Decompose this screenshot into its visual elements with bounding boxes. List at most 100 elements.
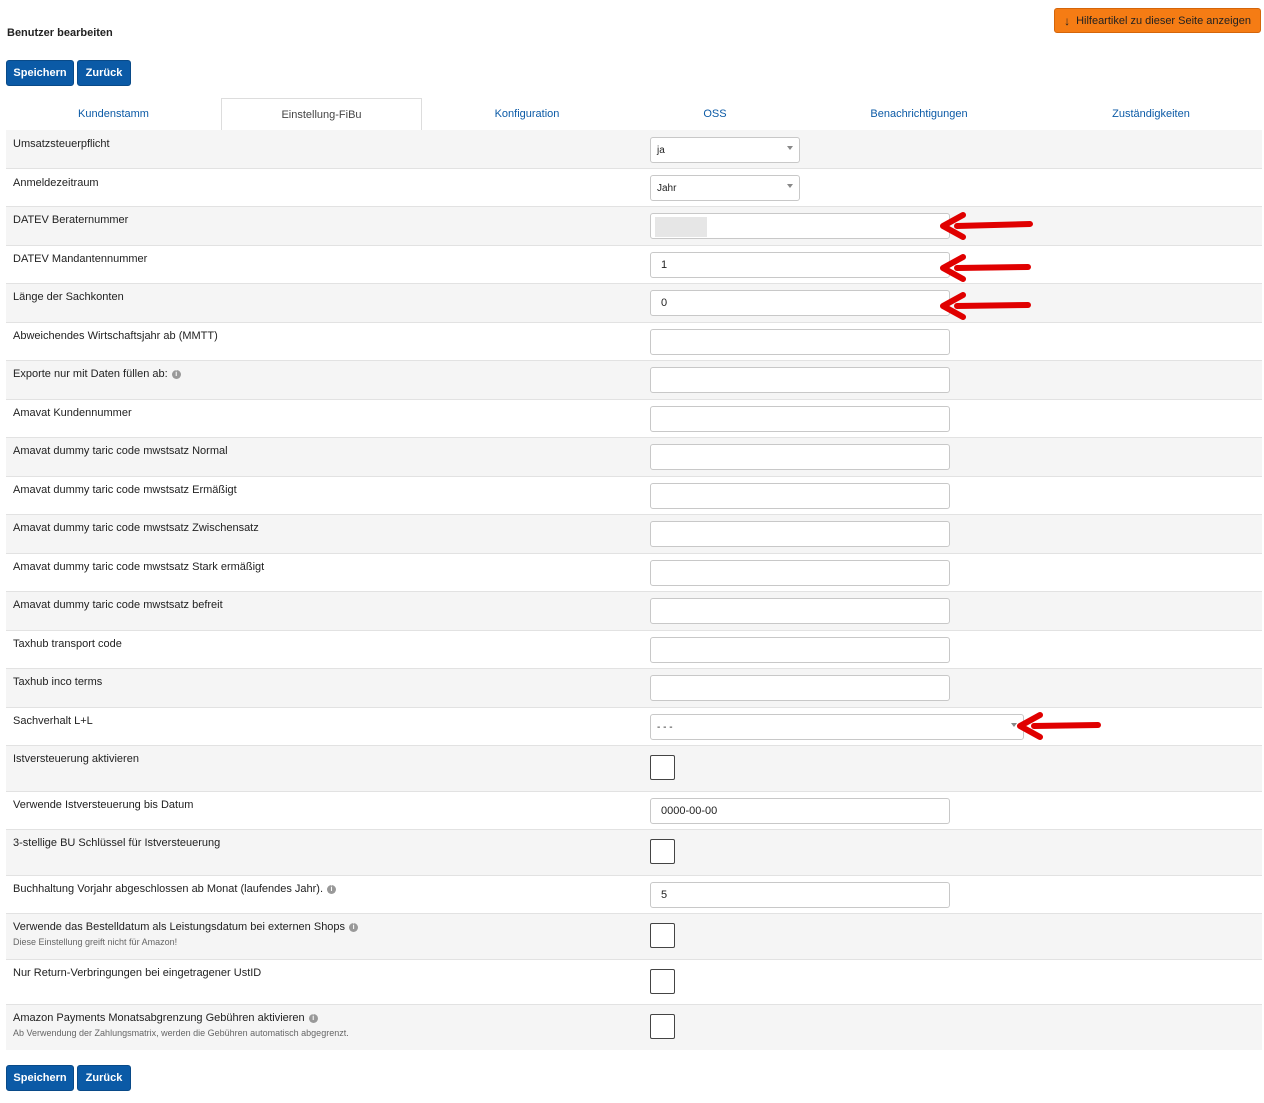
row-amazon-payments: Amazon Payments Monatsabgrenzung Gebühre… [6,1005,1262,1050]
tab-bar: Kundenstamm Einstellung-FiBu Konfigurati… [6,98,1262,131]
datev-berater-input[interactable] [650,213,950,239]
sachkonten-input[interactable]: 0 [650,290,950,316]
row-amavat-befreit: Amavat dummy taric code mwstsatz befreit [6,592,1262,631]
row-datev-mandant: DATEV Mandantennummer 1 [6,246,1262,284]
amazon-payments-checkbox[interactable] [650,1014,675,1039]
row-wirtschaftsjahr: Abweichendes Wirtschaftsjahr ab (MMTT) [6,323,1262,361]
row-anmeldezeitraum: Anmeldezeitraum Jahr [6,169,1262,207]
page-title: Benutzer bearbeiten [7,27,113,39]
chevron-down-icon [787,146,793,150]
redacted-value [655,217,707,237]
bestelldatum-hint: Diese Einstellung greift nicht für Amazo… [13,937,178,947]
taxhub-transport-label: Taxhub transport code [13,638,122,650]
istversteuerung-datum-input[interactable]: 0000-00-00 [650,798,950,824]
row-amavat-kunde: Amavat Kundennummer [6,400,1262,438]
sachkonten-label: Länge der Sachkonten [13,291,124,303]
umsatzsteuerpflicht-label: Umsatzsteuerpflicht [13,138,110,150]
taxhub-inco-input[interactable] [650,675,950,701]
exporte-label-wrap: Exporte nur mit Daten füllen ab: i [13,368,181,380]
wirtschaftsjahr-input[interactable] [650,329,950,355]
help-article-label: Hilfeartikel zu dieser Seite anzeigen [1076,14,1251,27]
row-amavat-ermaessigt: Amavat dummy taric code mwstsatz Ermäßig… [6,477,1262,515]
taxhub-transport-input[interactable] [650,637,950,663]
row-amavat-normal: Amavat dummy taric code mwstsatz Normal [6,438,1262,477]
save-button-top[interactable]: Speichern [6,60,74,86]
umsatzsteuerpflicht-select[interactable]: ja [650,137,800,163]
annotation-arrow-icon [940,292,1031,320]
annotation-arrow-icon [940,212,1033,240]
return-checkbox[interactable] [650,969,675,994]
anmeldezeitraum-label: Anmeldezeitraum [13,177,99,189]
amazon-payments-hint: Ab Verwendung der Zahlungsmatrix, werden… [13,1028,349,1038]
bu-schluessel-label: 3-stellige BU Schlüssel für Istversteuer… [13,837,221,849]
row-istversteuerung: Istversteuerung aktivieren [6,746,1262,792]
umsatzsteuerpflicht-value: ja [657,144,665,156]
bestelldatum-label: Verwende das Bestelldatum als Leistungsd… [13,921,346,933]
amavat-kunde-input[interactable] [650,406,950,432]
chevron-down-icon [787,184,793,188]
taxhub-inco-label: Taxhub inco terms [13,676,103,688]
tab-zustaendigkeiten[interactable]: Zuständigkeiten [1040,98,1262,130]
anmeldezeitraum-select[interactable]: Jahr [650,175,800,201]
sachverhalt-value: - - - [657,721,673,733]
row-vorjahr: Buchhaltung Vorjahr abgeschlossen ab Mon… [6,876,1262,914]
tab-konfiguration[interactable]: Konfiguration [422,98,632,130]
row-sachkonten: Länge der Sachkonten 0 [6,284,1262,323]
return-label: Nur Return-Verbringungen bei eingetragen… [13,967,262,979]
istversteuerung-label: Istversteuerung aktivieren [13,753,139,765]
amavat-befreit-input[interactable] [650,598,950,624]
amavat-ermaessigt-label: Amavat dummy taric code mwstsatz Ermäßig… [13,484,237,496]
row-taxhub-inco: Taxhub inco terms [6,669,1262,708]
datev-mandant-input[interactable]: 1 [650,252,950,278]
annotation-arrow-icon [940,254,1031,282]
info-icon[interactable]: i [171,370,181,379]
exporte-input[interactable] [650,367,950,393]
anmeldezeitraum-value: Jahr [657,182,677,194]
amavat-befreit-label: Amavat dummy taric code mwstsatz befreit [13,599,223,611]
amazon-payments-label: Amazon Payments Monatsabgrenzung Gebühre… [13,1012,305,1024]
bestelldatum-label-wrap: Verwende das Bestelldatum als Leistungsd… [13,921,359,933]
sachverhalt-select[interactable]: - - - [650,714,1024,740]
row-istversteuerung-datum: Verwende Istversteuerung bis Datum 0000-… [6,792,1262,830]
save-button-bottom[interactable]: Speichern [6,1065,74,1091]
amavat-normal-input[interactable] [650,444,950,470]
back-button-top[interactable]: Zurück [77,60,131,86]
row-taxhub-transport: Taxhub transport code [6,631,1262,669]
wirtschaftsjahr-label: Abweichendes Wirtschaftsjahr ab (MMTT) [13,330,218,342]
annotation-arrow-icon [1017,712,1101,740]
tab-oss[interactable]: OSS [632,98,798,130]
vorjahr-label-wrap: Buchhaltung Vorjahr abgeschlossen ab Mon… [13,883,337,895]
amavat-stark-label: Amavat dummy taric code mwstsatz Stark e… [13,561,265,573]
tab-einstellung-fibu[interactable]: Einstellung-FiBu [221,98,422,131]
amavat-normal-label: Amavat dummy taric code mwstsatz Normal [13,445,228,457]
amavat-kunde-label: Amavat Kundennummer [13,407,132,419]
help-article-button[interactable]: ↓ Hilfeartikel zu dieser Seite anzeigen [1054,8,1261,33]
datev-berater-label: DATEV Beraternummer [13,214,129,226]
amavat-stark-input[interactable] [650,560,950,586]
amavat-zwischen-label: Amavat dummy taric code mwstsatz Zwische… [13,522,259,534]
bu-schluessel-checkbox[interactable] [650,839,675,864]
row-amavat-stark: Amavat dummy taric code mwstsatz Stark e… [6,554,1262,592]
amavat-ermaessigt-input[interactable] [650,483,950,509]
datev-mandant-label: DATEV Mandantennummer [13,253,148,265]
back-button-bottom[interactable]: Zurück [77,1065,131,1091]
vorjahr-label: Buchhaltung Vorjahr abgeschlossen ab Mon… [13,883,324,895]
tab-kundenstamm[interactable]: Kundenstamm [6,98,221,130]
row-amavat-zwischen: Amavat dummy taric code mwstsatz Zwische… [6,515,1262,554]
row-exporte: Exporte nur mit Daten füllen ab: i [6,361,1262,400]
info-icon[interactable]: i [308,1014,318,1023]
info-icon[interactable]: i [327,885,337,894]
row-datev-berater: DATEV Beraternummer [6,207,1262,246]
istversteuerung-datum-label: Verwende Istversteuerung bis Datum [13,799,194,811]
amazon-payments-label-wrap: Amazon Payments Monatsabgrenzung Gebühre… [13,1012,318,1024]
vorjahr-input[interactable]: 5 [650,882,950,908]
row-bu-schluessel: 3-stellige BU Schlüssel für Istversteuer… [6,830,1262,876]
tab-benachrichtigungen[interactable]: Benachrichtigungen [798,98,1040,130]
istversteuerung-checkbox[interactable] [650,755,675,780]
amavat-zwischen-input[interactable] [650,521,950,547]
bestelldatum-checkbox[interactable] [650,923,675,948]
row-bestelldatum: Verwende das Bestelldatum als Leistungsd… [6,914,1262,960]
sachverhalt-label: Sachverhalt L+L [13,715,93,727]
info-icon[interactable]: i [349,923,359,932]
row-return: Nur Return-Verbringungen bei eingetragen… [6,960,1262,1005]
